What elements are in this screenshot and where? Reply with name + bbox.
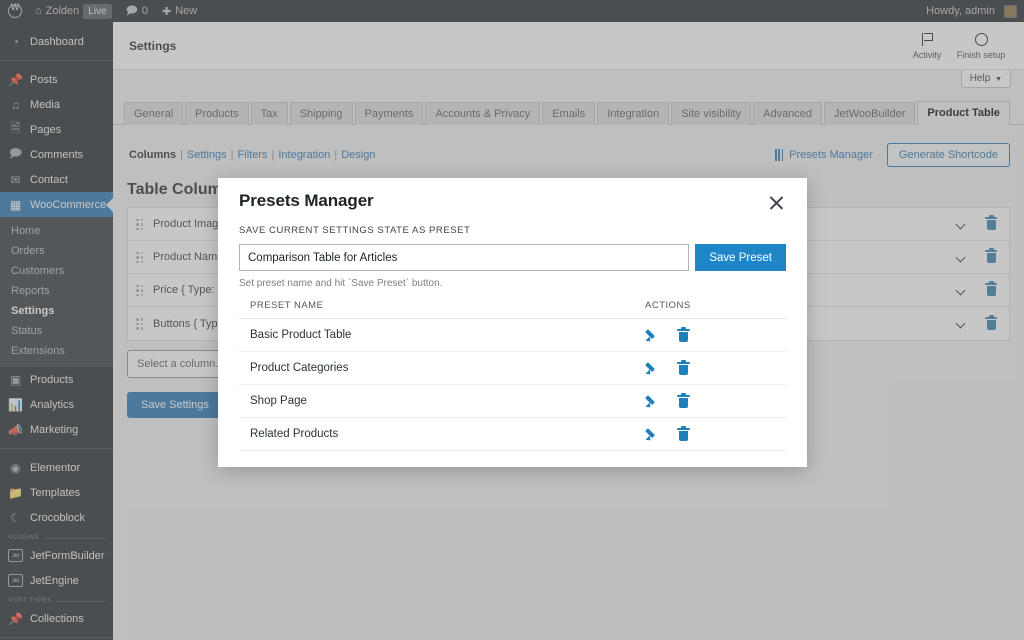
preset-row-actions — [645, 425, 690, 443]
trash-icon[interactable] — [677, 392, 690, 409]
trash-icon[interactable] — [677, 425, 690, 442]
preset-name: Shop Page — [250, 395, 307, 407]
preset-row-actions — [645, 392, 690, 410]
pencil-icon[interactable] — [645, 361, 660, 377]
column-header-actions: ACTIONS — [645, 300, 691, 311]
modal-section-label: SAVE CURRENT SETTINGS STATE AS PRESET — [239, 225, 471, 236]
preset-row: Related Products — [239, 418, 786, 451]
close-icon[interactable] — [768, 194, 786, 212]
pencil-icon[interactable] — [645, 394, 660, 410]
preset-row-actions — [645, 359, 690, 377]
pencil-icon[interactable] — [645, 427, 660, 443]
presets-table-header: PRESET NAME ACTIONS — [239, 300, 786, 319]
column-header-preset-name: PRESET NAME — [250, 300, 324, 311]
preset-row: Product Categories — [239, 352, 786, 385]
modal-title: Presets Manager — [239, 191, 374, 210]
trash-icon[interactable] — [677, 326, 690, 343]
pencil-icon[interactable] — [645, 328, 660, 344]
preset-name-input[interactable]: Comparison Table for Articles — [239, 244, 690, 271]
save-preset-button[interactable]: Save Preset — [695, 244, 786, 271]
presets-manager-modal: Presets Manager SAVE CURRENT SETTINGS ST… — [218, 178, 807, 467]
modal-header: Presets Manager — [239, 178, 786, 214]
preset-row: Basic Product Table — [239, 319, 786, 352]
preset-name: Basic Product Table — [250, 329, 352, 341]
preset-row-actions — [645, 326, 690, 344]
preset-row: Shop Page — [239, 385, 786, 418]
trash-icon[interactable] — [677, 359, 690, 376]
preset-hint-text: Set preset name and hit `Save Preset` bu… — [239, 278, 443, 289]
preset-save-row: Comparison Table for Articles Save Prese… — [239, 244, 786, 271]
presets-table: PRESET NAME ACTIONS Basic Product Table … — [239, 300, 786, 451]
preset-name: Related Products — [250, 428, 339, 440]
preset-name-value: Comparison Table for Articles — [248, 251, 398, 264]
preset-name: Product Categories — [250, 362, 349, 374]
